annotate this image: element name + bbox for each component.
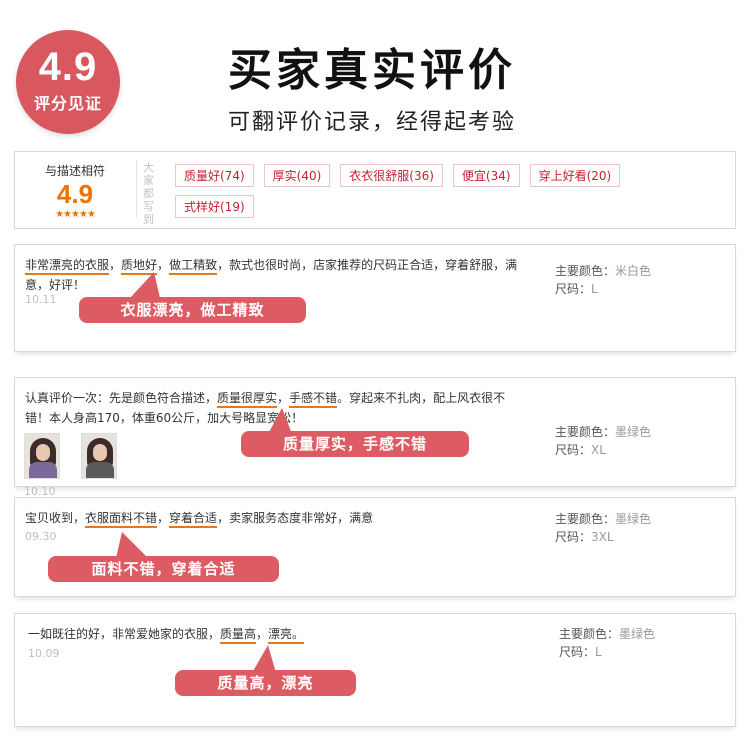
review-text-part: ， xyxy=(277,391,290,405)
description-match-score: 4.9 xyxy=(56,179,94,209)
review-text-part: ， xyxy=(109,258,122,272)
review-callout: 面料不错，穿着合适 xyxy=(48,556,279,582)
size-label: 尺码： xyxy=(555,443,592,457)
review-highlight: 做工精致 xyxy=(169,258,218,275)
review-tag[interactable]: 质量好(74) xyxy=(175,164,254,187)
review-highlight: 衣服面料不错 xyxy=(85,511,158,528)
callout-pointer xyxy=(252,645,276,673)
buyer-photo[interactable] xyxy=(81,433,117,479)
buyer-photo[interactable] xyxy=(24,433,60,479)
color-label: 主要颜色： xyxy=(555,264,616,278)
color-value: 米白色 xyxy=(615,264,652,278)
review-text-part: ， xyxy=(157,258,170,272)
description-match: 与描述相符 4.9 ★★★★★ xyxy=(25,162,125,221)
callout-pointer xyxy=(130,272,160,298)
review-meta: 主要颜色：墨绿色 尺码：3XL xyxy=(555,510,651,546)
color-value: 墨绿色 xyxy=(619,627,656,641)
review-highlight: 质量高 xyxy=(220,627,257,644)
review-callout: 质量厚实，手感不错 xyxy=(241,431,469,457)
review-date: 09.30 xyxy=(25,530,57,543)
review-highlight: 手感不错 xyxy=(289,391,338,408)
size-value: L xyxy=(591,282,598,296)
review-text-part: 一如既往的好，非常爱她家的衣服， xyxy=(28,627,221,641)
review-date: 10.09 xyxy=(28,647,60,660)
review-callout: 质量高，漂亮 xyxy=(175,670,356,696)
review-card: 一如既往的好，非常爱她家的衣服，质量高，漂亮。 10.09 主要颜色：墨绿色 尺… xyxy=(14,613,736,727)
review-meta: 主要颜色：墨绿色 尺码：L xyxy=(559,625,655,661)
review-text-part: ， xyxy=(157,511,170,525)
review-text-part: 宝贝收到， xyxy=(25,511,86,525)
review-text-part: ，卖家服务态度非常好，满意 xyxy=(217,511,374,525)
tags-side-label: 大家都写到 xyxy=(143,161,154,226)
page-subtitle: 可翻评价记录，经得起考验 xyxy=(228,110,517,135)
review-date: 10.11 xyxy=(25,293,57,306)
review-text: 宝贝收到，衣服面料不错，穿着合适，卖家服务态度非常好，满意 xyxy=(25,508,525,528)
review-callout: 衣服漂亮，做工精致 xyxy=(79,297,306,323)
review-highlight: 质量很厚实 xyxy=(217,391,278,408)
badge-label: 评分见证 xyxy=(33,94,102,113)
rating-badge: 4.9 评分见证 xyxy=(16,30,120,134)
color-label: 主要颜色： xyxy=(555,425,616,439)
page-title: 买家真实评价 xyxy=(228,45,516,96)
review-text-part: ， xyxy=(256,627,269,641)
description-match-caption: 与描述相符 xyxy=(44,164,105,178)
review-tags: 质量好(74) 厚实(40) 衣衣很舒服(36) 便宜(34) 穿上好看(20) 式样好(… xyxy=(175,164,645,226)
review-tag[interactable]: 衣衣很舒服(36) xyxy=(340,164,443,187)
summary-divider xyxy=(136,160,137,218)
review-highlight: 非常漂亮的衣服 xyxy=(25,258,110,275)
star-rating: ★★★★★ xyxy=(55,209,96,220)
size-label: 尺码： xyxy=(559,645,596,659)
review-meta: 主要颜色：墨绿色 尺码：XL xyxy=(555,423,651,459)
size-value: 3XL xyxy=(591,530,614,544)
size-value: L xyxy=(595,645,602,659)
review-meta: 主要颜色：米白色 尺码：L xyxy=(555,262,651,298)
size-label: 尺码： xyxy=(555,530,592,544)
color-value: 墨绿色 xyxy=(615,425,652,439)
review-tag[interactable]: 穿上好看(20) xyxy=(529,164,621,187)
color-value: 墨绿色 xyxy=(615,512,652,526)
callout-pointer xyxy=(116,532,148,558)
size-value: XL xyxy=(591,443,606,457)
review-text: 一如既往的好，非常爱她家的衣服，质量高，漂亮。 xyxy=(28,624,528,644)
review-tag[interactable]: 厚实(40) xyxy=(263,164,331,187)
review-text: 非常漂亮的衣服，质地好，做工精致，款式也很时尚，店家推荐的尺码正合适，穿着舒服，… xyxy=(25,255,525,295)
review-tag[interactable]: 式样好(19) xyxy=(175,195,254,218)
review-text-part: 认真评价一次：先是颜色符合描述， xyxy=(25,391,218,405)
color-label: 主要颜色： xyxy=(559,627,620,641)
review-tag[interactable]: 便宜(34) xyxy=(452,164,520,187)
badge-score: 4.9 xyxy=(38,45,98,89)
color-label: 主要颜色： xyxy=(555,512,616,526)
size-label: 尺码： xyxy=(555,282,592,296)
review-highlight: 穿着合适 xyxy=(169,511,218,528)
review-highlight: 漂亮。 xyxy=(268,627,305,644)
rating-summary: 与描述相符 4.9 ★★★★★ 大家都写到 质量好(74) 厚实(40) 衣衣很舒服… xyxy=(14,151,736,229)
